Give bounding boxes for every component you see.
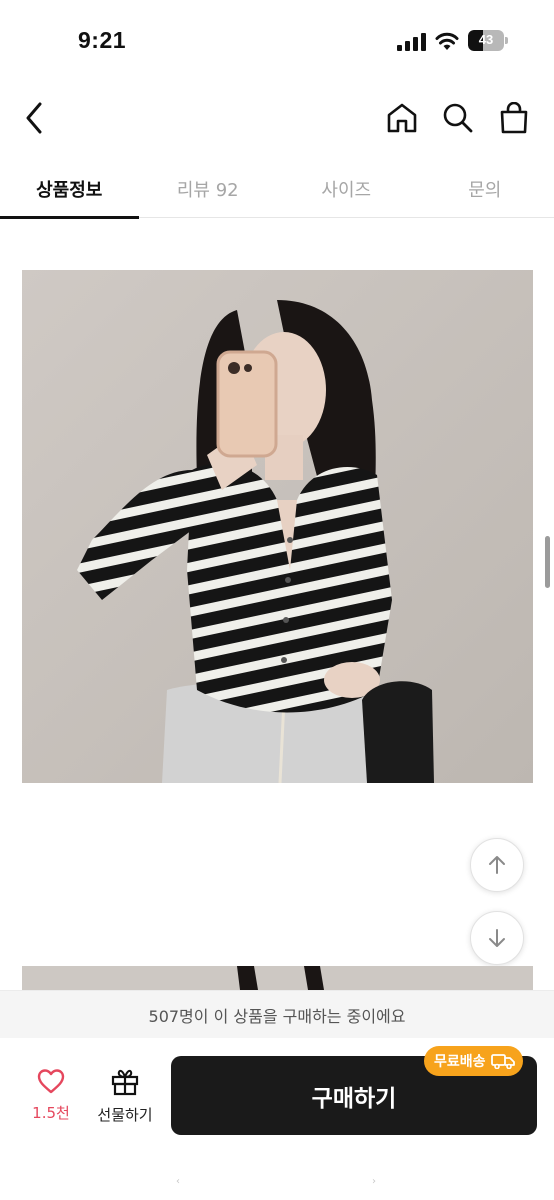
free-shipping-badge: 무료배송	[424, 1046, 523, 1076]
buy-button-label: 구매하기	[311, 1085, 397, 1112]
like-button[interactable]: 1.5천	[20, 1068, 82, 1138]
top-navigation	[0, 88, 554, 148]
status-bar: 9:21 43	[0, 0, 554, 80]
heart-icon	[37, 1069, 65, 1094]
product-photo	[22, 270, 533, 783]
back-button[interactable]	[12, 88, 56, 148]
gift-icon	[111, 1069, 139, 1096]
like-count: 1.5천	[32, 1104, 70, 1122]
gift-button[interactable]: 선물하기	[90, 1068, 160, 1138]
product-detail-screen: 9:21 43 상품정보 리뷰 92 사이즈 문의 507명이 이 상품을 구매…	[0, 0, 554, 1200]
home-icon	[387, 103, 417, 133]
purchase-activity-notice: 507명이 이 상품을 구매하는 중이에요	[0, 990, 554, 1038]
free-shipping-label: 무료배송	[434, 1054, 486, 1070]
shopping-bag-icon	[500, 102, 528, 134]
product-tabs: 상품정보 리뷰 92 사이즈 문의	[0, 160, 554, 219]
gift-label: 선물하기	[97, 1106, 153, 1124]
tab-size[interactable]: 사이즈	[277, 160, 416, 218]
scroll-indicator[interactable]	[545, 536, 550, 588]
battery-percent: 43	[478, 32, 494, 47]
wifi-icon	[435, 32, 459, 50]
chevron-left-icon	[26, 102, 42, 134]
status-time: 9:21	[78, 27, 127, 53]
search-button[interactable]	[436, 88, 480, 148]
home-button[interactable]	[380, 88, 424, 148]
tab-reviews[interactable]: 리뷰 92	[139, 160, 278, 218]
scroll-down-button[interactable]	[470, 911, 524, 965]
truck-icon	[490, 1054, 515, 1069]
arrow-up-icon	[489, 856, 505, 874]
product-photo-illustration	[22, 270, 533, 783]
bottom-action-bar: 1.5천 선물하기 구매하기 무료배송 ‹ ›	[0, 1038, 554, 1200]
cart-button[interactable]	[492, 88, 536, 148]
search-icon	[443, 103, 473, 133]
battery-indicator: 43	[468, 30, 508, 51]
browser-back-hint: ‹	[176, 1176, 180, 1187]
arrow-down-icon	[489, 929, 505, 947]
tab-inquiry[interactable]: 문의	[416, 160, 554, 218]
tab-product-info[interactable]: 상품정보	[0, 160, 139, 219]
battery-cap	[505, 37, 508, 44]
battery-body: 43	[468, 30, 504, 51]
browser-forward-hint: ›	[372, 1176, 376, 1187]
scroll-up-button[interactable]	[470, 838, 524, 892]
cellular-signal-icon	[397, 33, 426, 51]
